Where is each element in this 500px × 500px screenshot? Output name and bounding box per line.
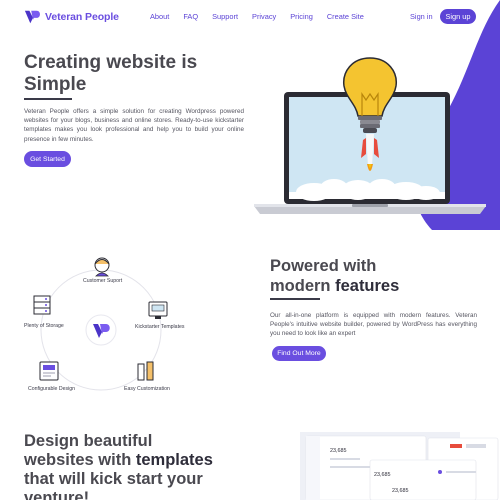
features-divider bbox=[270, 298, 320, 300]
nav-support[interactable]: Support bbox=[212, 12, 238, 21]
find-out-more-button[interactable]: Find Out More bbox=[272, 346, 326, 361]
main-nav: About FAQ Support Privacy Pricing Create… bbox=[150, 12, 378, 21]
features-description: Our all-in-one platform is equipped with… bbox=[270, 312, 477, 338]
nav-create-site[interactable]: Create Site bbox=[327, 12, 364, 21]
templates-title-line4: venture! bbox=[24, 489, 90, 500]
get-started-button[interactable]: Get Started bbox=[24, 151, 71, 167]
configurable-design-icon bbox=[39, 361, 59, 381]
sign-in-link[interactable]: Sign in bbox=[410, 12, 433, 21]
hero-divider bbox=[24, 98, 72, 100]
laptop-icon bbox=[254, 57, 486, 214]
features-title-line2b: features bbox=[335, 277, 400, 295]
features-title-line2a: modern bbox=[270, 277, 336, 295]
dashboard-value-2: 23,685 bbox=[374, 472, 391, 478]
templates-title-line1: Design beautiful bbox=[24, 432, 153, 450]
nav-faq[interactable]: FAQ bbox=[183, 12, 198, 21]
templates-title-line3: that will kick start your bbox=[24, 470, 203, 488]
dashboard-value-3: 23,685 bbox=[392, 488, 409, 494]
feature-customer-support: Customer Suport bbox=[83, 278, 123, 284]
nav-pricing[interactable]: Pricing bbox=[290, 12, 313, 21]
templates-title: Design beautiful websites with templates… bbox=[24, 432, 264, 500]
templates-title-line2a: websites with bbox=[24, 451, 136, 469]
hero-title: Creating website is Simple bbox=[24, 52, 254, 96]
customer-support-icon bbox=[94, 257, 110, 277]
hero-title-line2: Simple bbox=[24, 74, 87, 95]
storage-icon bbox=[33, 295, 51, 315]
nav-privacy[interactable]: Privacy bbox=[252, 12, 276, 21]
features-title-line1: Powered with bbox=[270, 257, 377, 275]
templates-icon bbox=[148, 301, 168, 319]
feature-configurable-design: Configurable Design bbox=[28, 386, 76, 392]
features-title: Powered with modern features bbox=[270, 256, 399, 296]
dashboard-value-1: 23,685 bbox=[330, 448, 347, 454]
feature-easy-customization: Easy Customization bbox=[124, 386, 170, 392]
customization-icon bbox=[137, 361, 154, 381]
hero-title-line1: Creating website is bbox=[24, 52, 198, 73]
top-header: Veteran People About FAQ Support Privacy… bbox=[0, 0, 500, 34]
nav-about[interactable]: About bbox=[150, 12, 169, 21]
templates-title-line2b: templates bbox=[135, 451, 213, 469]
logo[interactable]: Veteran People bbox=[24, 8, 119, 26]
vp-logo-icon bbox=[24, 10, 40, 24]
brand-name: Veteran People bbox=[45, 11, 119, 23]
hero-description: Veteran People offers a simple solution … bbox=[24, 108, 244, 143]
feature-kickstarter-templates: Kickstarter Templates bbox=[135, 324, 185, 330]
sign-up-button[interactable]: Sign up bbox=[440, 9, 476, 24]
dashboard-preview: 23,685 23,685 23,685 bbox=[300, 432, 499, 500]
feature-plenty-of-storage: Plenty of Storage bbox=[24, 323, 64, 329]
